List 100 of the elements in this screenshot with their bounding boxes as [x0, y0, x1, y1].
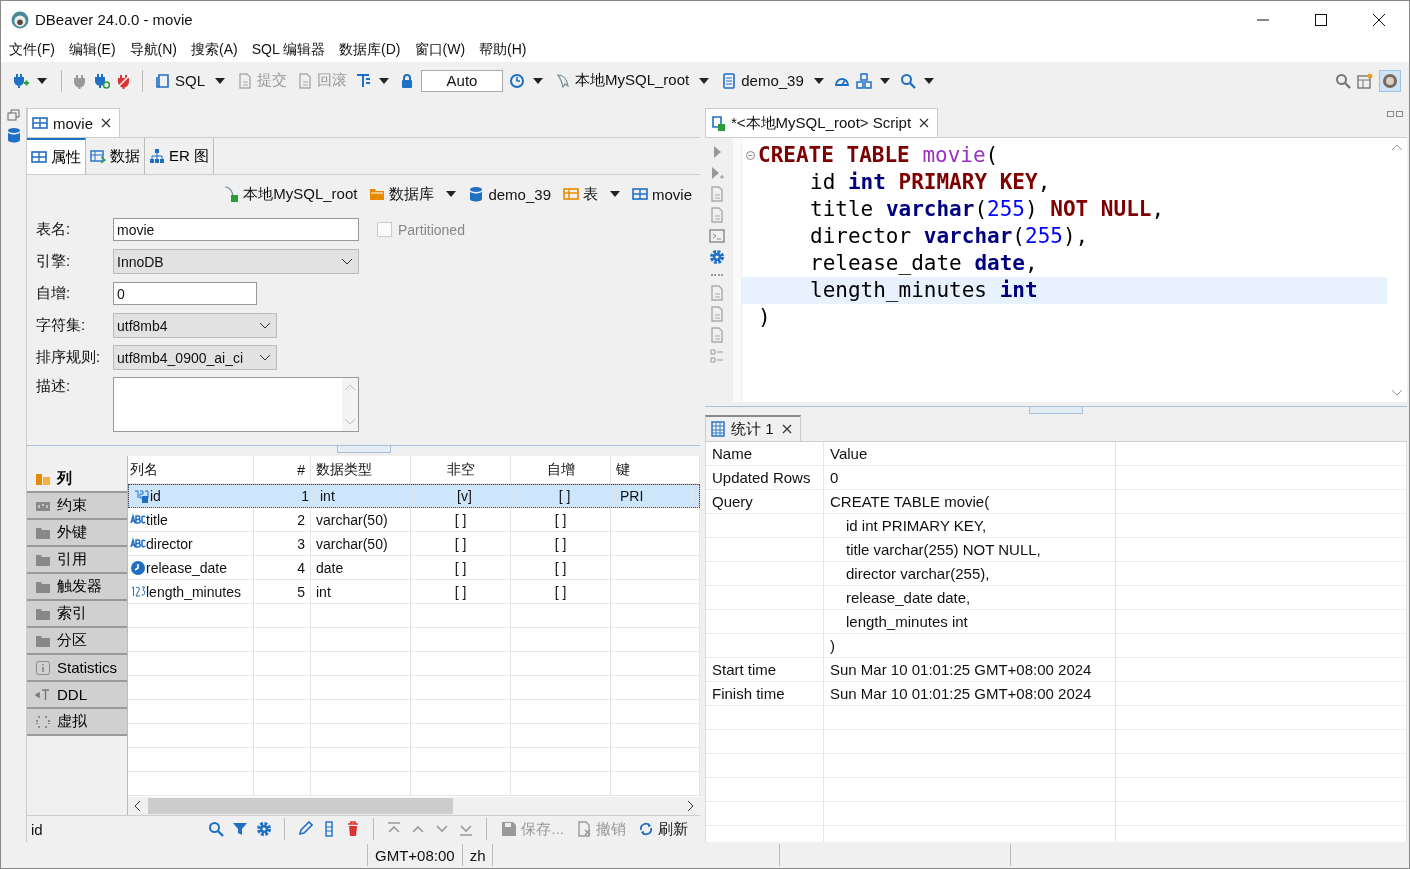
horizontal-scrollbar[interactable]	[128, 797, 700, 815]
breadcrumb-item[interactable]: 本地MySQL_root	[223, 184, 358, 204]
chevron-down-icon[interactable]	[260, 322, 270, 329]
restore-icon[interactable]	[5, 107, 22, 123]
dropdown-caret-icon[interactable]	[923, 77, 934, 84]
splitter-handle[interactable]	[336, 446, 391, 453]
table-cell: id	[150, 488, 161, 504]
chevron-down-icon[interactable]	[342, 258, 352, 265]
search-icon[interactable]	[899, 72, 916, 89]
side-tab[interactable]: 分区	[27, 628, 127, 655]
text-format-icon[interactable]	[355, 72, 371, 89]
menu-item[interactable]: 帮助(H)	[479, 41, 527, 59]
dropdown-caret-icon[interactable]	[813, 77, 824, 84]
menu-item[interactable]: 编辑(E)	[68, 41, 116, 59]
close-icon[interactable]	[1373, 13, 1385, 26]
gear-icon[interactable]	[709, 249, 725, 265]
close-icon[interactable]	[101, 118, 111, 128]
column-header[interactable]: 列名	[128, 456, 254, 483]
dropdown-caret-icon[interactable]	[699, 77, 710, 84]
table-row[interactable]: title 2 varchar(50) [ ] [ ]	[128, 508, 700, 532]
breadcrumb-item[interactable]: demo_39	[468, 185, 551, 203]
input-field[interactable]: movie	[113, 218, 359, 241]
maximize-icon[interactable]	[1315, 13, 1327, 26]
menu-item[interactable]: 文件(F)	[9, 41, 55, 59]
sql-button[interactable]: SQL	[153, 72, 207, 89]
splitter-handle[interactable]	[1029, 407, 1083, 414]
column-header[interactable]: 非空	[411, 456, 511, 483]
plug-icon[interactable]	[72, 72, 88, 89]
minimize-maximize-icon[interactable]	[1387, 111, 1403, 117]
table-cell: varchar(50)	[311, 532, 411, 555]
plug-refresh-icon[interactable]	[94, 72, 110, 89]
refresh-button[interactable]: 刷新	[636, 819, 690, 839]
scroll-right-icon[interactable]	[688, 801, 694, 811]
search-icon[interactable]	[208, 821, 225, 837]
fold-icon[interactable]	[745, 151, 755, 160]
table-cell: )	[830, 637, 835, 654]
search-icon[interactable]	[1335, 72, 1351, 89]
column-header[interactable]: 数据类型	[311, 456, 411, 483]
close-icon[interactable]	[919, 118, 930, 128]
status-item: GMT+08:00	[367, 844, 462, 866]
lock-icon[interactable]	[399, 72, 415, 89]
column-header[interactable]: 键	[611, 456, 700, 483]
table-row[interactable]: id 1 int [v] [ ] PRI	[128, 484, 700, 508]
pencil-icon[interactable]	[297, 821, 314, 837]
plug-plus-icon[interactable]	[13, 72, 29, 89]
scroll-left-icon[interactable]	[134, 801, 140, 811]
sub-tab[interactable]: 属性	[27, 138, 86, 174]
dropdown-caret-icon[interactable]	[379, 77, 389, 84]
breadcrumb-item[interactable]: 表	[563, 184, 620, 204]
dropdown-field[interactable]: utf8mb4	[113, 313, 277, 338]
database-selector[interactable]: demo_39	[719, 72, 806, 89]
terminal-icon[interactable]	[709, 228, 725, 244]
play-plus-icon[interactable]	[709, 165, 725, 181]
input-field[interactable]: 0	[113, 282, 257, 305]
side-tab[interactable]: 外键	[27, 520, 127, 547]
boxes-icon[interactable]	[855, 72, 872, 89]
menu-item[interactable]: 数据库(D)	[339, 41, 401, 59]
dropdown-caret-icon[interactable]	[533, 77, 543, 84]
menu-item[interactable]: 窗口(W)	[414, 41, 466, 59]
menu-item[interactable]: 导航(N)	[129, 41, 177, 59]
column-header[interactable]: #	[254, 456, 311, 483]
dropdown-caret-icon[interactable]	[879, 77, 890, 84]
table-icon	[32, 115, 48, 131]
connection-selector[interactable]: 本地MySQL_root	[553, 71, 692, 90]
close-icon[interactable]	[781, 424, 792, 434]
editor-tab[interactable]: movie	[27, 108, 120, 137]
scroll-up-icon[interactable]	[1392, 144, 1402, 150]
side-tab[interactable]: 引用	[27, 547, 127, 574]
gear-icon[interactable]	[256, 821, 273, 837]
dropdown-caret-icon[interactable]	[37, 77, 47, 84]
breadcrumb-item[interactable]: 数据库	[369, 184, 457, 204]
history-icon[interactable]	[509, 72, 525, 89]
plug-crossed-icon[interactable]	[116, 72, 132, 89]
column-header[interactable]: 自增	[511, 456, 611, 483]
results-tab[interactable]: 统计 1	[705, 415, 801, 441]
database-icon[interactable]	[5, 127, 22, 143]
side-tab[interactable]: 虚拟	[27, 709, 127, 736]
transaction-mode-field[interactable]: Auto	[421, 69, 503, 92]
filter-icon[interactable]	[232, 821, 249, 837]
table-row[interactable]: length_minutes 5 int [ ] [ ]	[128, 580, 700, 604]
menu-item[interactable]: SQL 编辑器	[251, 41, 326, 59]
table-row[interactable]: director 3 varchar(50) [ ] [ ]	[128, 532, 700, 556]
breadcrumb-item[interactable]: movie	[632, 185, 692, 203]
dropdown-field[interactable]: utf8mb4_0900_ai_ci	[113, 345, 277, 370]
chevron-down-icon[interactable]	[260, 354, 270, 361]
dropdown-caret-icon[interactable]	[215, 77, 225, 84]
script-tab[interactable]: *<本地MySQL_root> Script	[705, 108, 939, 137]
side-tab[interactable]: DDL	[27, 682, 127, 709]
side-tab[interactable]: 索引	[27, 601, 127, 628]
menu-item[interactable]: 搜索(A)	[191, 41, 238, 59]
table-cell-text: title varchar(255) NOT NULL,	[845, 541, 1041, 558]
side-tab[interactable]: 约束	[27, 493, 127, 520]
dropdown-field[interactable]: InnoDB	[113, 249, 359, 274]
side-tab[interactable]: 触发器	[27, 574, 127, 601]
table-row[interactable]: release_date 4 date [ ] [ ]	[128, 556, 700, 580]
side-tab[interactable]: Statistics	[27, 655, 127, 682]
open-perspective-icon[interactable]	[1357, 72, 1373, 89]
scroll-down-icon[interactable]	[1392, 390, 1402, 396]
sql-editor[interactable]: CREATE TABLE movie( id int PRIMARY KEY, title varchar(255) NOT NULL, director varchar(255), release_date date, length_minutes int )	[733, 138, 1407, 402]
perspective-button[interactable]	[1379, 69, 1401, 92]
